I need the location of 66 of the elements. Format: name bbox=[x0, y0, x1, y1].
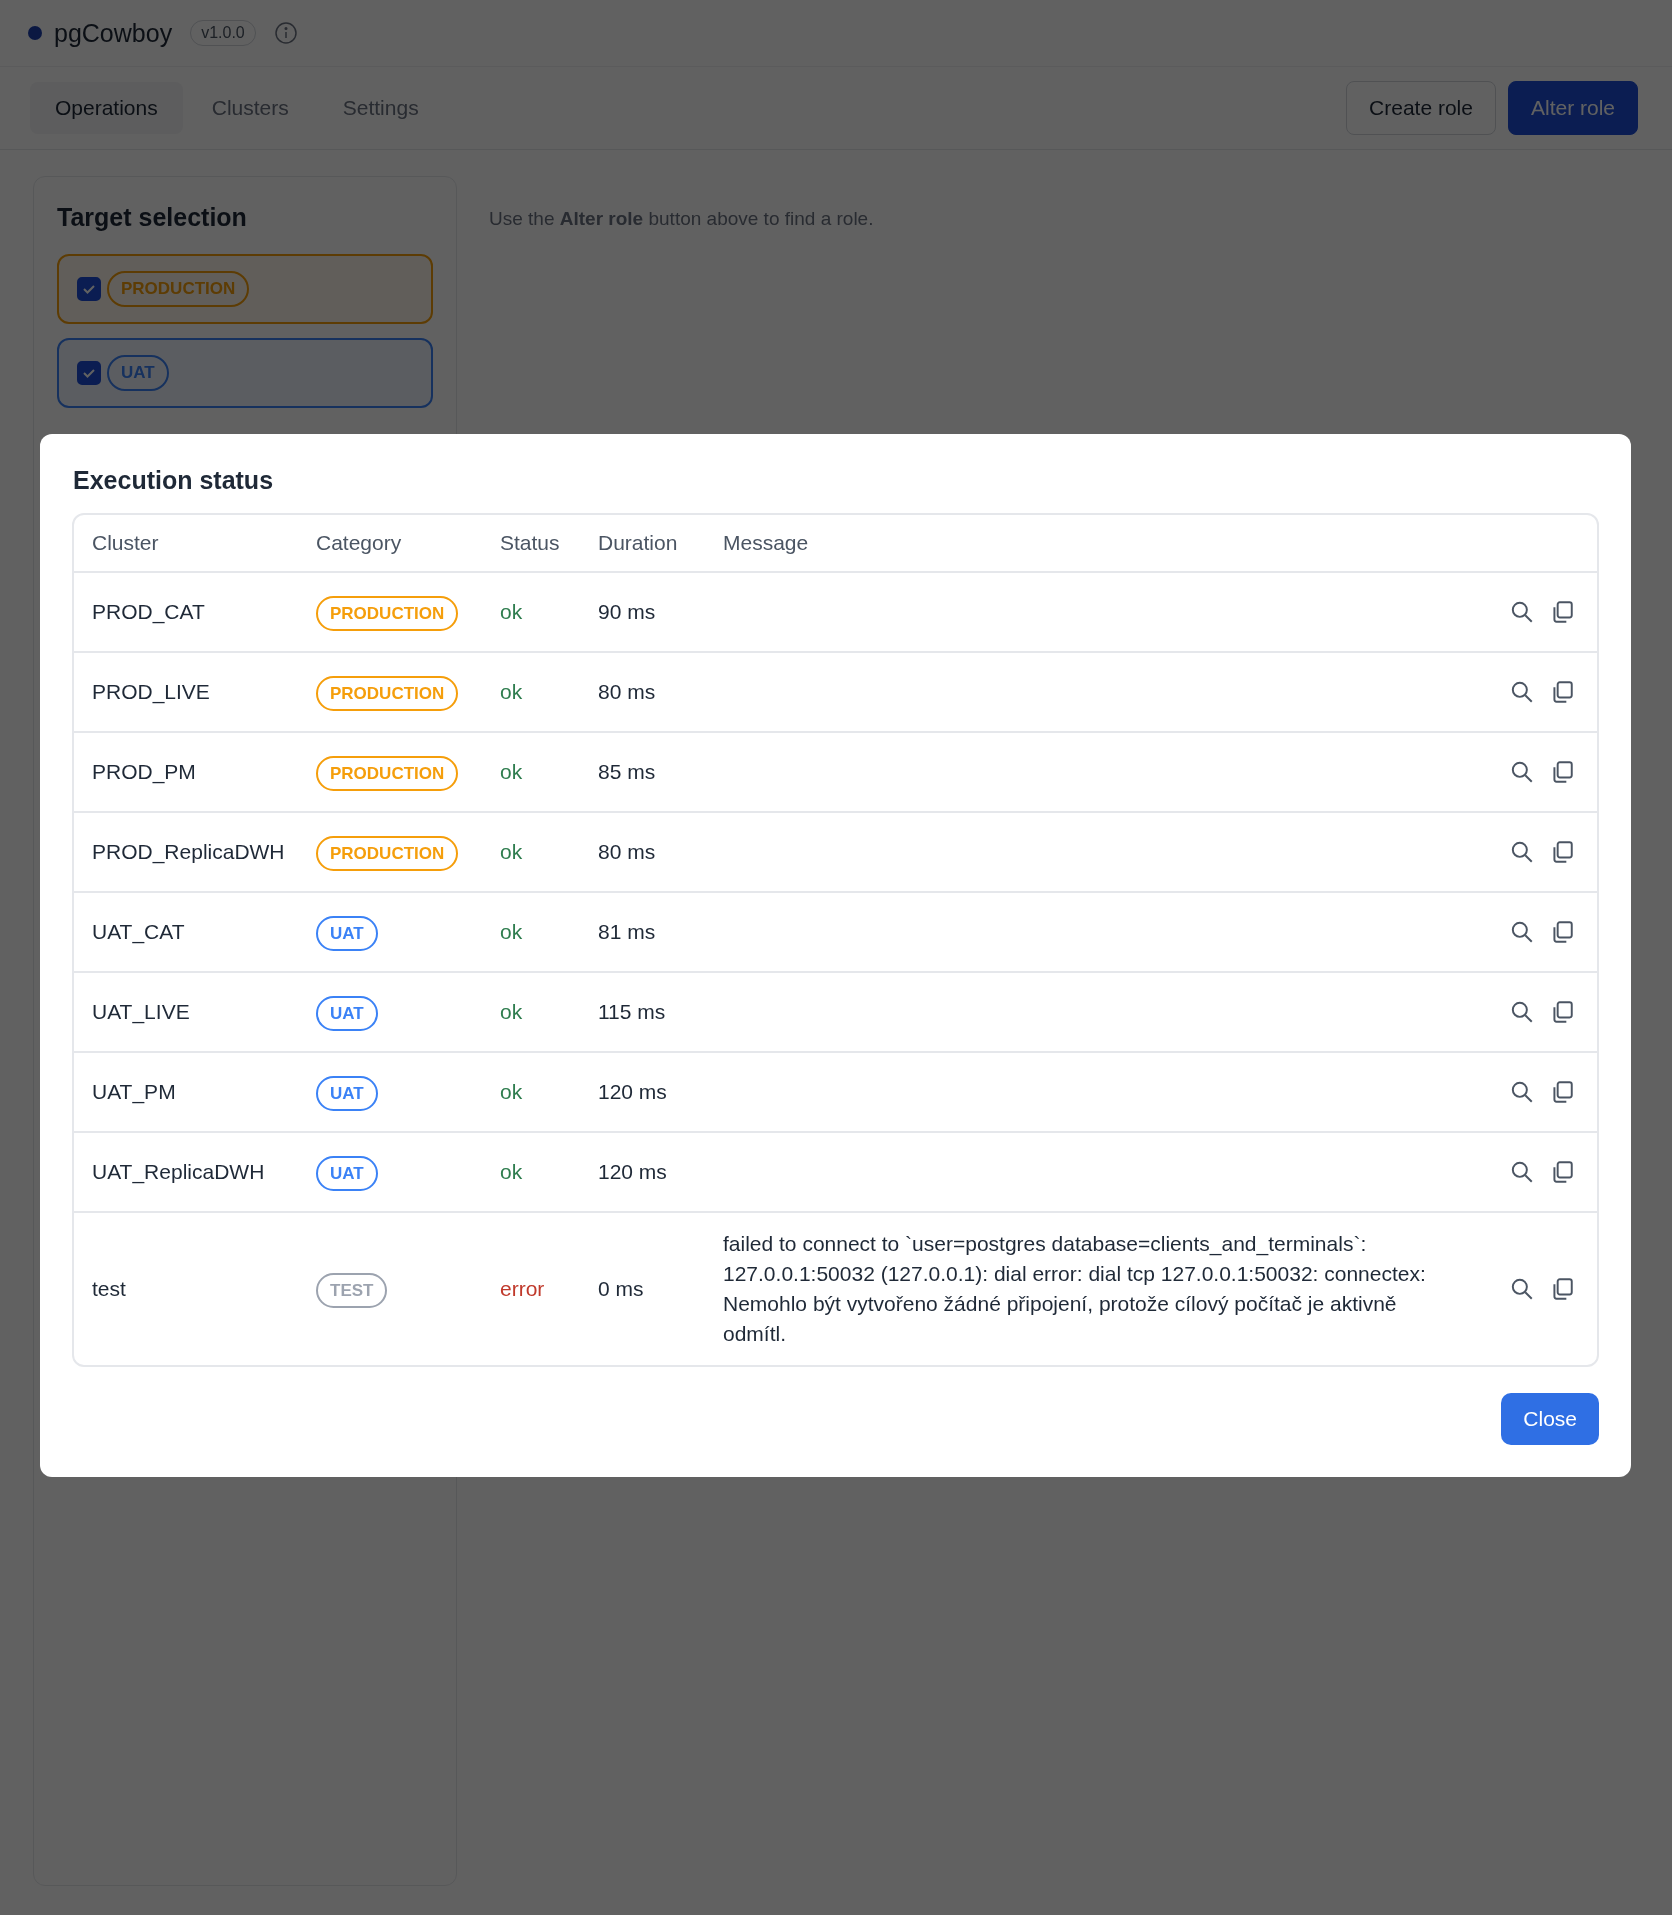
duration-text: 81 ms bbox=[598, 920, 657, 944]
search-icon[interactable] bbox=[1509, 759, 1535, 785]
category-tag: PRODUCTION bbox=[316, 836, 459, 871]
cluster-name: UAT_PM bbox=[92, 1080, 177, 1104]
duration-text: 115 ms bbox=[598, 1000, 667, 1024]
role-button[interactable]: Alter role bbox=[1507, 81, 1638, 135]
category-tag: TEST bbox=[316, 1273, 388, 1308]
duration-text: 90 ms bbox=[598, 600, 657, 624]
category-tag: UAT bbox=[316, 996, 378, 1031]
cluster-name: UAT_LIVE bbox=[92, 1000, 191, 1024]
cluster-name: UAT_ReplicaDWH bbox=[92, 1160, 266, 1184]
dialog-title: Execution status bbox=[73, 466, 275, 495]
search-icon[interactable] bbox=[1509, 1079, 1535, 1105]
category-tag: PRODUCTION bbox=[107, 271, 250, 307]
status-text: error bbox=[500, 1277, 546, 1301]
column-header: Status bbox=[500, 531, 561, 555]
status-text: ok bbox=[500, 1080, 524, 1104]
search-icon[interactable] bbox=[1509, 679, 1535, 705]
cluster-name: PROD_LIVE bbox=[92, 680, 211, 704]
search-icon[interactable] bbox=[1509, 1159, 1535, 1185]
checkbox[interactable] bbox=[77, 361, 101, 385]
status-dot bbox=[28, 26, 42, 40]
duration-text: 120 ms bbox=[598, 1080, 668, 1104]
sidebar-title: Target selection bbox=[57, 203, 248, 232]
nav-tab[interactable]: Operations bbox=[30, 82, 183, 134]
search-icon[interactable] bbox=[1509, 999, 1535, 1025]
category-tag: UAT bbox=[316, 1156, 378, 1191]
category-tag: PRODUCTION bbox=[316, 596, 459, 631]
status-text: ok bbox=[500, 840, 524, 864]
duration-text: 85 ms bbox=[598, 760, 657, 784]
close-button[interactable]: Close bbox=[1501, 1393, 1599, 1445]
cluster-name: PROD_PM bbox=[92, 760, 197, 784]
category-tag: UAT bbox=[107, 355, 169, 391]
category-tag: UAT bbox=[316, 1076, 378, 1111]
status-text: ok bbox=[500, 920, 524, 944]
category-tag: UAT bbox=[316, 916, 378, 951]
cluster-name: PROD_ReplicaDWH bbox=[92, 840, 286, 864]
status-text: ok bbox=[500, 760, 524, 784]
duration-text: 80 ms bbox=[598, 680, 657, 704]
cluster-name: UAT_CAT bbox=[92, 920, 186, 944]
search-icon[interactable] bbox=[1509, 919, 1535, 945]
hint-text: Use the Alter role button above to find a role. bbox=[489, 208, 874, 230]
column-header: Cluster bbox=[92, 531, 160, 555]
duration-text: 120 ms bbox=[598, 1160, 668, 1184]
search-icon[interactable] bbox=[1509, 599, 1535, 625]
nav-tab[interactable]: Settings bbox=[317, 82, 444, 134]
duration-text: 0 ms bbox=[598, 1277, 645, 1301]
search-icon[interactable] bbox=[1509, 839, 1535, 865]
category-tag: PRODUCTION bbox=[316, 676, 459, 711]
role-button[interactable]: Create role bbox=[1346, 81, 1496, 135]
cluster-name: PROD_CAT bbox=[92, 600, 206, 624]
app-name: pgCowboy bbox=[54, 18, 173, 48]
column-header: Category bbox=[316, 531, 403, 555]
status-text: ok bbox=[500, 1160, 524, 1184]
message-text: failed to connect to `user=postgres database=clients_and_terminals`: 127.0.0.1:50032 (127.0.0.1): dial error: dial tcp 127.0.0.1:50032: connectex: Nemohlo být vytvořeno žádné připojení, protože cílový počítač je aktivně odmítl. bbox=[723, 1232, 1426, 1345]
checkbox[interactable] bbox=[77, 277, 101, 301]
column-header: Message bbox=[723, 531, 810, 555]
status-text: ok bbox=[500, 1000, 524, 1024]
duration-text: 80 ms bbox=[598, 840, 657, 864]
cluster-name: test bbox=[92, 1277, 127, 1301]
status-text: ok bbox=[500, 680, 524, 704]
search-icon[interactable] bbox=[1509, 1276, 1535, 1302]
status-text: ok bbox=[500, 600, 524, 624]
nav-tab[interactable]: Clusters bbox=[186, 82, 314, 134]
category-tag: PRODUCTION bbox=[316, 756, 459, 791]
column-header: Duration bbox=[598, 531, 679, 555]
